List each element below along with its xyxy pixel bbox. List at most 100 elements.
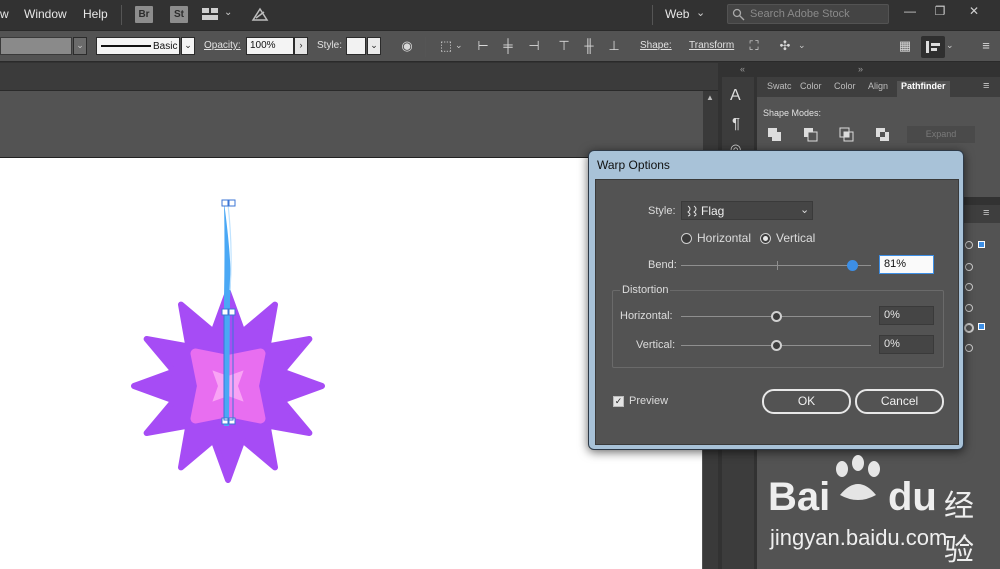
character-panel-icon[interactable]: A — [730, 87, 741, 105]
chevron-down-icon[interactable]: ⌄ — [224, 7, 232, 18]
shape-label[interactable]: Shape: — [640, 40, 672, 51]
distortion-horizontal-knob[interactable] — [771, 311, 782, 322]
watermark-url: jingyan.baidu.com — [770, 525, 948, 550]
panel-menu-icon[interactable]: ≡ — [983, 207, 989, 219]
ok-button[interactable]: OK — [762, 389, 851, 414]
tab-color-guide[interactable]: Color — [834, 81, 856, 91]
opacity-label[interactable]: Opacity: — [204, 40, 241, 51]
opacity-dropdown[interactable]: › — [294, 37, 308, 55]
distortion-group — [612, 290, 944, 368]
distortion-vertical-knob[interactable] — [771, 340, 782, 351]
tab-align[interactable]: Align — [868, 81, 888, 91]
graphic-style-dropdown[interactable]: ⌄ — [367, 37, 381, 55]
align-vertical-center-icon[interactable]: ╫ — [581, 38, 597, 54]
align-horizontal-center-icon[interactable]: ╪ — [500, 38, 516, 54]
flag-style-icon — [687, 205, 697, 217]
collapse-icon[interactable]: » — [858, 64, 863, 74]
stock-button[interactable]: St — [170, 6, 188, 23]
horizontal-radio[interactable] — [681, 233, 692, 244]
exclude-icon[interactable] — [875, 127, 891, 143]
bend-slider-knob[interactable] — [846, 260, 858, 271]
menu-item-help[interactable]: Help — [83, 7, 108, 21]
target-circle-icon[interactable] — [964, 323, 974, 333]
distortion-vertical-label: Vertical: — [636, 339, 676, 351]
paw-logo — [836, 455, 880, 500]
transform-each-icon[interactable]: ⛶ — [746, 38, 762, 54]
panel-menu-icon[interactable]: ≡ — [983, 80, 989, 92]
vertical-radio-label[interactable]: Vertical — [776, 231, 815, 245]
expand-button[interactable]: Expand — [907, 126, 975, 143]
workspace-switcher[interactable]: Web — [665, 7, 689, 21]
align-right-icon[interactable]: ⊣ — [526, 38, 542, 54]
properties-icon — [926, 41, 940, 53]
distortion-group-label: Distortion — [620, 284, 671, 296]
target-circle-icon[interactable] — [965, 241, 973, 249]
gpu-performance-icon[interactable] — [250, 5, 270, 25]
preview-checkbox[interactable]: ✓ — [613, 396, 624, 407]
bend-slider-track[interactable] — [681, 265, 871, 266]
restore-button[interactable]: ❐ — [926, 4, 954, 20]
recolor-artwork-icon[interactable]: ◉ — [399, 38, 415, 54]
panel-menu-button[interactable] — [921, 36, 945, 58]
control-bar: ⌄ Basic ⌄ Opacity: 100% › Style: ⌄ ◉ ⬚ ⌄… — [0, 30, 1000, 62]
chevron-down-icon[interactable]: ⌄ — [696, 6, 705, 19]
hamburger-menu-icon[interactable]: ≡ — [978, 38, 994, 54]
chevron-down-icon[interactable]: ⌄ — [798, 40, 806, 51]
chevron-down-icon[interactable]: ⌄ — [455, 40, 463, 51]
target-circle-icon[interactable] — [965, 263, 973, 271]
panel-tab-strip: Swatc Color Color Align Pathfinder ≡ — [757, 77, 1000, 97]
selection-indicator — [978, 241, 985, 248]
fill-color-box[interactable] — [0, 37, 72, 55]
tab-pathfinder[interactable]: Pathfinder — [897, 81, 950, 97]
style-label: Style: — [648, 205, 676, 217]
stock-search-input[interactable]: Search Adobe Stock — [727, 4, 889, 24]
graphic-style-swatch[interactable] — [346, 37, 366, 55]
cancel-button[interactable]: Cancel — [855, 389, 944, 414]
bridge-button[interactable]: Br — [135, 6, 153, 23]
vertical-radio[interactable] — [760, 233, 771, 244]
menu-divider — [121, 5, 122, 25]
distortion-horizontal-input[interactable]: 0% — [879, 306, 934, 325]
watermark-brand-suffix: du — [888, 475, 937, 519]
target-circle-icon[interactable] — [965, 344, 973, 352]
arrange-icon[interactable]: ▦ — [897, 38, 913, 54]
target-circle-icon[interactable] — [965, 283, 973, 291]
align-bottom-icon[interactable]: ⊥ — [606, 38, 622, 54]
unite-icon[interactable] — [767, 127, 783, 143]
collapse-icon[interactable]: « — [740, 64, 745, 74]
stroke-profile-select[interactable]: Basic — [96, 37, 180, 55]
menu-bar: w Window Help Br St ⌄ Web ⌄ Search Adobe… — [0, 0, 1000, 30]
align-to-icon[interactable]: ⬚ — [438, 38, 454, 54]
chevron-down-icon[interactable]: ⌄ — [946, 40, 954, 51]
horizontal-radio-label[interactable]: Horizontal — [697, 231, 751, 245]
puppet-warp-icon[interactable]: ✣ — [777, 38, 793, 54]
scroll-up-arrow-icon[interactable]: ▲ — [706, 93, 714, 102]
warp-style-select[interactable]: Flag ⌄ — [681, 201, 813, 220]
align-top-icon[interactable]: ⊤ — [556, 38, 572, 54]
preview-checkbox-label[interactable]: Preview — [629, 395, 668, 407]
minus-front-icon[interactable] — [803, 127, 819, 143]
transform-label[interactable]: Transform — [689, 40, 734, 51]
distortion-vertical-input[interactable]: 0% — [879, 335, 934, 354]
opacity-input[interactable]: 100% — [246, 37, 294, 55]
chevron-down-icon: ⌄ — [800, 204, 810, 216]
intersect-icon[interactable] — [839, 127, 855, 143]
warp-options-dialog: Warp Options Style: Flag ⌄ Horizontal Ve… — [588, 150, 964, 450]
target-circle-icon[interactable] — [965, 304, 973, 312]
minimize-button[interactable]: — — [896, 4, 924, 20]
distortion-horizontal-label: Horizontal: — [620, 310, 673, 322]
arrange-documents-icon[interactable] — [202, 8, 218, 20]
tab-swatches[interactable]: Swatc — [767, 81, 792, 91]
paragraph-panel-icon[interactable]: ¶ — [732, 115, 740, 132]
stroke-profile-dropdown[interactable]: ⌄ — [181, 37, 195, 55]
close-button[interactable]: ✕ — [960, 4, 988, 20]
menu-item-view[interactable]: w — [0, 7, 9, 21]
bend-input[interactable]: 81% — [879, 255, 934, 274]
selection-indicator — [978, 323, 985, 330]
fill-dropdown[interactable]: ⌄ — [73, 37, 87, 55]
watermark-brand: Bai — [768, 475, 831, 519]
tab-color[interactable]: Color — [800, 81, 822, 91]
align-left-icon[interactable]: ⊢ — [475, 38, 491, 54]
menu-item-window[interactable]: Window — [24, 7, 67, 21]
search-placeholder: Search Adobe Stock — [750, 8, 850, 20]
